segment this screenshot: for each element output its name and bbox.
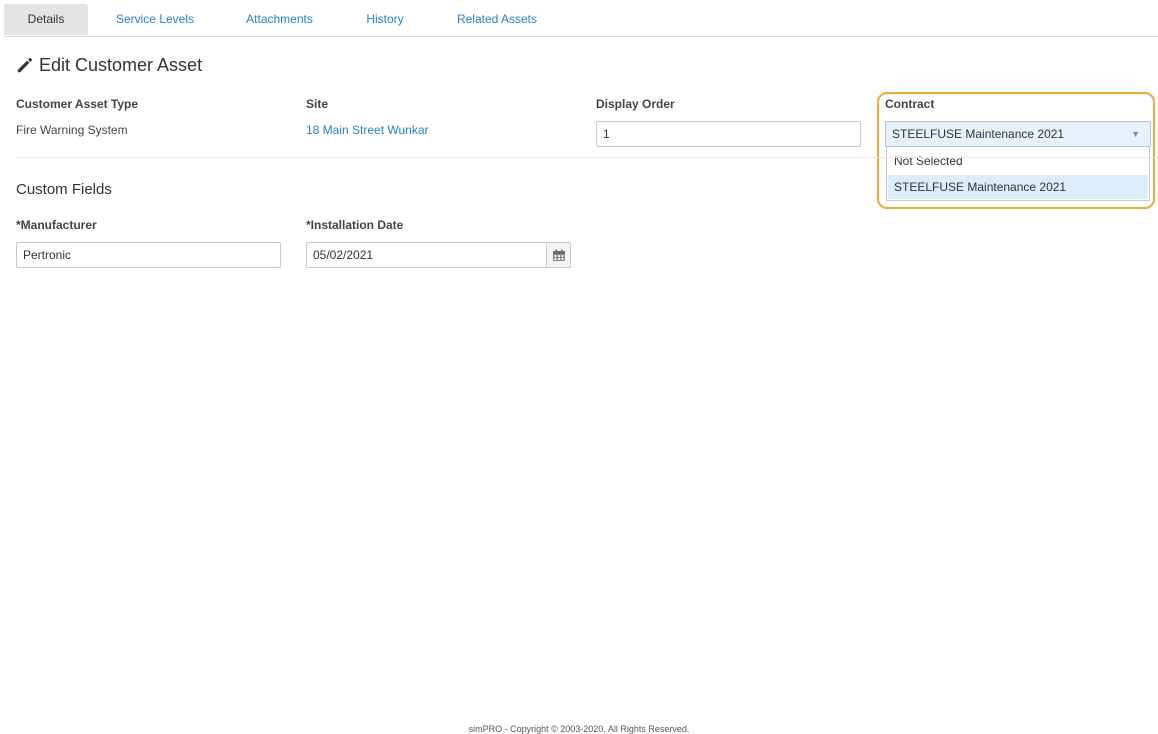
contract-selected-value: STEELFUSE Maintenance 2021: [892, 127, 1065, 141]
site-link[interactable]: 18 Main Street Wunkar: [306, 123, 429, 137]
calendar-icon: [552, 249, 565, 261]
tab-related-assets[interactable]: Related Assets: [446, 4, 548, 35]
site-label: Site: [306, 97, 329, 111]
installation-date-input[interactable]: 05/02/2021: [306, 242, 547, 268]
asset-type-label: Customer Asset Type: [16, 97, 139, 111]
chevron-down-icon: ▼: [1131, 129, 1140, 139]
display-order-input[interactable]: 1: [596, 121, 861, 147]
date-picker-button[interactable]: [546, 242, 571, 268]
page-title-text: Edit Customer Asset: [39, 54, 203, 75]
contract-option-steelfuse[interactable]: STEELFUSE Maintenance 2021: [888, 175, 1148, 199]
custom-fields-title: Custom Fields: [16, 181, 112, 198]
installation-date-label: *Installation Date: [306, 218, 404, 232]
contract-option-not-selected[interactable]: Not Selected: [888, 149, 1148, 173]
tab-details[interactable]: Details: [4, 4, 88, 35]
page-title: Edit Customer Asset: [16, 53, 202, 77]
section-divider: [16, 157, 1158, 158]
tab-service-levels[interactable]: Service Levels: [104, 4, 206, 35]
contract-dropdown: Not Selected STEELFUSE Maintenance 2021: [886, 147, 1150, 201]
manufacturer-label: *Manufacturer: [16, 218, 97, 232]
tab-attachments[interactable]: Attachments: [232, 4, 327, 35]
asset-type-value: Fire Warning System: [16, 123, 128, 137]
contract-select[interactable]: STEELFUSE Maintenance 2021 ▼: [885, 121, 1151, 147]
tab-bar: Details Service Levels Attachments Histo…: [4, 0, 1158, 37]
tab-history[interactable]: History: [356, 4, 414, 35]
display-order-label: Display Order: [596, 97, 675, 111]
manufacturer-input[interactable]: Pertronic: [16, 242, 281, 268]
pencil-icon: [17, 57, 33, 73]
